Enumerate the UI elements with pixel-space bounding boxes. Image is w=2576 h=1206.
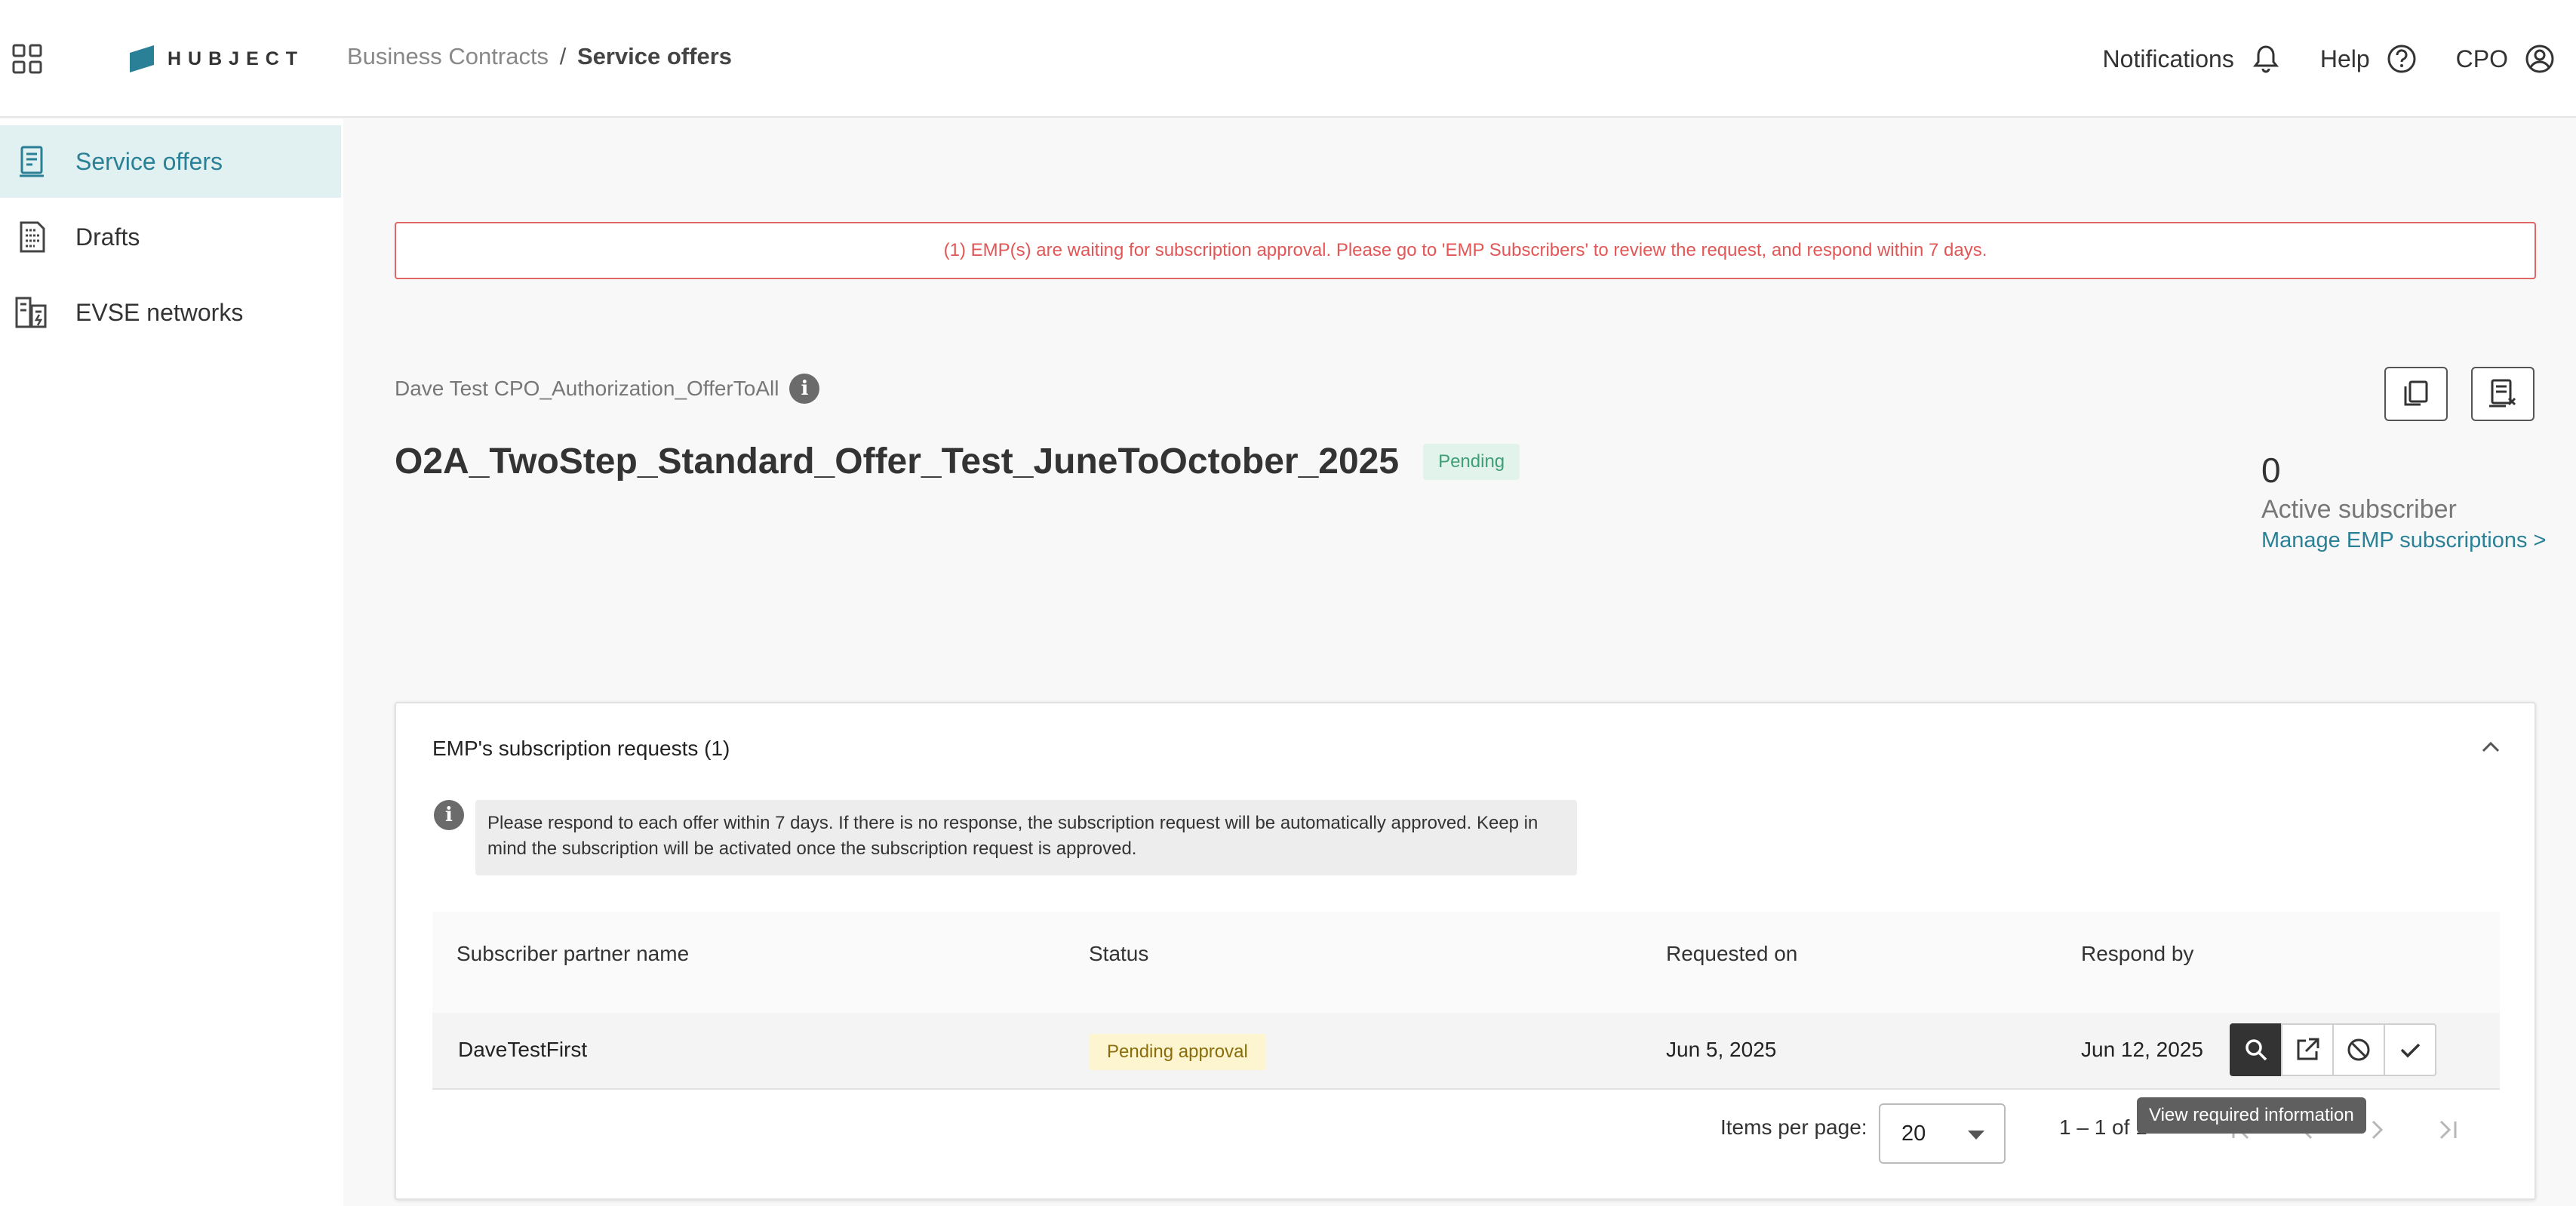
view-details-button[interactable] <box>2230 1023 2282 1076</box>
offer-title-text: O2A_TwoStep_Standard_Offer_Test_JuneToOc… <box>395 441 1400 481</box>
withdraw-offer-button[interactable] <box>2471 367 2535 421</box>
sidebar-item-service-offers[interactable]: Service offers <box>0 125 341 198</box>
copy-offer-button[interactable] <box>2384 367 2448 421</box>
open-external-button[interactable] <box>2281 1023 2334 1076</box>
status-chip: Pending approval <box>1089 1034 1266 1070</box>
logo-text: HUBJECT <box>168 48 305 69</box>
charging-station-icon <box>15 297 47 328</box>
help-label: Help <box>2319 45 2370 72</box>
items-per-page-value: 20 <box>1901 1121 1926 1146</box>
breadcrumb-separator: / <box>559 43 567 69</box>
open-in-new-icon <box>2297 1038 2319 1060</box>
breadcrumb: Business Contracts / Service offers <box>347 43 732 70</box>
sidebar-item-label: EVSE networks <box>75 298 244 326</box>
items-per-page-label: Items per page: <box>1720 1115 1867 1139</box>
subscription-requests-table: Subscriber partner name Status Requested… <box>432 912 2500 1090</box>
column-header-respond-by[interactable]: Respond by <box>2081 942 2193 966</box>
sidebar-item-drafts[interactable]: Drafts <box>0 201 341 273</box>
document-icon <box>20 146 44 177</box>
drafts-list-icon <box>20 221 45 253</box>
chevron-down-icon <box>1968 1131 1984 1140</box>
requested-on-cell: Jun 5, 2025 <box>1666 1038 1777 1061</box>
user-label: CPO <box>2455 45 2508 72</box>
respond-by-cell: Jun 12, 2025 <box>2081 1038 2203 1061</box>
apps-grid-icon[interactable] <box>11 42 44 75</box>
offer-title: O2A_TwoStep_Standard_Offer_Test_JuneToOc… <box>395 441 1520 482</box>
partner-name-cell: DaveTestFirst <box>458 1038 588 1061</box>
last-page-icon[interactable] <box>2429 1111 2467 1149</box>
help-circle-icon <box>2387 45 2416 73</box>
offer-owner: Dave Test CPO_Authorization_OfferToAll i <box>395 374 820 404</box>
table-header: Subscriber partner name Status Requested… <box>432 912 2500 1013</box>
response-note: Please respond to each offer within 7 da… <box>475 800 1577 875</box>
info-icon[interactable]: i <box>789 374 820 404</box>
sidebar-item-label: Service offers <box>75 147 223 175</box>
subscription-alert-banner: (1) EMP(s) are waiting for subscription … <box>395 222 2536 279</box>
document-remove-icon <box>2489 379 2516 408</box>
active-subscriber-label: Active subscriber <box>2261 495 2457 524</box>
notifications-button[interactable]: Notifications <box>2103 42 2282 75</box>
account-circle-icon <box>2525 45 2554 73</box>
help-button[interactable]: Help <box>2320 42 2418 75</box>
panel-title: EMP's subscription requests (1) <box>432 737 730 760</box>
check-icon <box>2400 1043 2421 1058</box>
active-subscriber-count: 0 <box>2261 451 2281 490</box>
sidebar-item-label: Drafts <box>75 223 140 251</box>
sidebar: Service offers Drafts EVSE networks <box>0 119 343 1206</box>
notifications-label: Notifications <box>2102 45 2234 72</box>
items-per-page-select[interactable]: 20 <box>1879 1103 2006 1164</box>
page-range: 1 – 1 of 1 <box>2059 1115 2147 1139</box>
row-actions <box>2230 1023 2436 1076</box>
offer-owner-name: Dave Test CPO_Authorization_OfferToAll <box>395 377 779 400</box>
block-icon <box>2347 1038 2370 1061</box>
chevron-up-icon[interactable] <box>2477 734 2504 761</box>
table-row: DaveTestFirst Pending approval Jun 5, 20… <box>432 1013 2500 1090</box>
manage-emp-subscriptions-link[interactable]: Manage EMP subscriptions > <box>2261 528 2546 553</box>
hubject-logo-mark-icon <box>130 45 154 72</box>
user-menu-button[interactable]: CPO <box>2456 42 2556 75</box>
breadcrumb-current-page: Service offers <box>576 43 732 69</box>
tooltip: View required information <box>2137 1097 2366 1134</box>
sidebar-item-evse-networks[interactable]: EVSE networks <box>0 276 341 349</box>
column-header-requested-on[interactable]: Requested on <box>1666 942 1797 966</box>
reject-button[interactable] <box>2332 1023 2385 1076</box>
bell-icon <box>2252 45 2279 73</box>
search-icon <box>2246 1039 2267 1061</box>
hubject-logo[interactable]: HUBJECT <box>127 42 304 75</box>
copy-icon <box>2404 380 2428 406</box>
column-header-partner[interactable]: Subscriber partner name <box>456 942 689 966</box>
status-badge: Pending <box>1423 443 1520 480</box>
approve-button[interactable] <box>2384 1023 2436 1076</box>
top-bar: HUBJECT Business Contracts / Service off… <box>0 0 2576 118</box>
column-header-status[interactable]: Status <box>1089 942 1148 966</box>
alert-text: (1) EMP(s) are waiting for subscription … <box>943 240 1987 260</box>
info-icon: i <box>434 800 464 830</box>
breadcrumb-business-contracts[interactable]: Business Contracts <box>347 43 549 69</box>
header-actions: Notifications Help CPO <box>2065 38 2556 80</box>
